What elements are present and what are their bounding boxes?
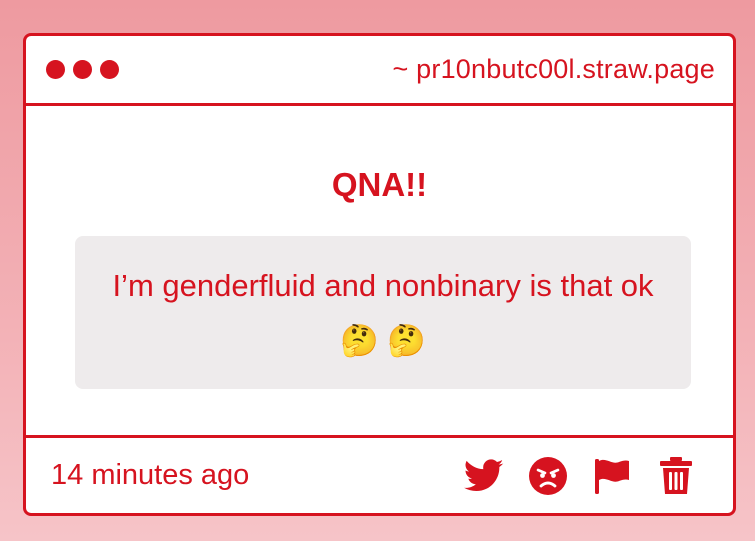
angry-face-icon bbox=[529, 456, 567, 495]
window-dot-2 bbox=[73, 60, 92, 79]
window-dot-1 bbox=[46, 60, 65, 79]
timestamp: 14 minutes ago bbox=[51, 459, 250, 491]
twitter-icon bbox=[464, 458, 504, 491]
delete-button[interactable] bbox=[655, 455, 697, 497]
page-title: QNA!! bbox=[331, 166, 428, 203]
report-button[interactable] bbox=[591, 455, 633, 497]
flag-icon bbox=[595, 458, 629, 494]
window-titlebar: ~ pr10nbutc00l.straw.page bbox=[26, 36, 733, 106]
trash-icon bbox=[660, 456, 692, 494]
react-angry-button[interactable] bbox=[527, 455, 569, 497]
card-footer: 14 minutes ago bbox=[26, 438, 733, 513]
share-twitter-button[interactable] bbox=[463, 455, 505, 497]
window-dots bbox=[46, 60, 119, 79]
site-address[interactable]: ~ pr10nbutc00l.straw.page bbox=[393, 54, 715, 85]
action-bar bbox=[463, 455, 697, 497]
question-card: ~ pr10nbutc00l.straw.page QNA!! I’m gend… bbox=[23, 33, 736, 516]
question-box: I’m genderfluid and nonbinary is that ok… bbox=[75, 236, 691, 389]
window-dot-3 bbox=[100, 60, 119, 79]
question-body: QNA!! I’m genderfluid and nonbinary is t… bbox=[26, 106, 733, 438]
question-text: I’m genderfluid and nonbinary is that ok… bbox=[112, 267, 654, 358]
